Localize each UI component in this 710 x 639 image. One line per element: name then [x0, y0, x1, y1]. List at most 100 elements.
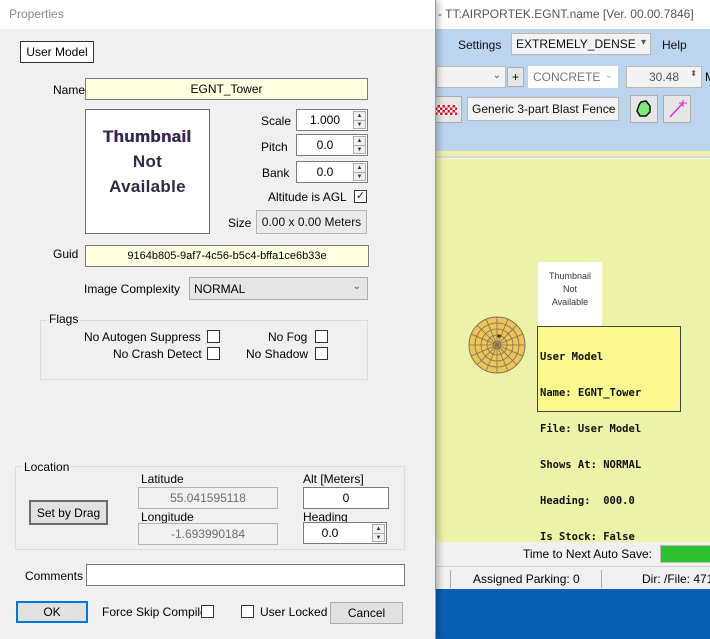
longitude-field: -1.693990184	[138, 523, 278, 545]
no-shadow-label: No Shadow	[246, 347, 309, 361]
thumbnail-line: Not	[132, 152, 163, 171]
dialog-title: Properties	[9, 7, 64, 21]
tower-model-icon[interactable]	[468, 316, 526, 374]
polygon-tool-button[interactable]	[630, 95, 658, 123]
no-autogen-suppress-checkbox[interactable]	[207, 330, 220, 343]
spin-buttons[interactable]: ▲ ▼	[372, 524, 385, 542]
force-skip-compile-checkbox[interactable]	[201, 605, 214, 618]
layer-select[interactable]: ⌄	[436, 66, 506, 88]
spin-up-icon[interactable]: ▲	[354, 164, 365, 172]
no-crash-detect-label: No Crash Detect	[113, 347, 202, 361]
spin-down-icon[interactable]: ▼	[354, 145, 365, 153]
properties-dialog: Properties User Model Name EGNT_Tower Th…	[0, 0, 436, 639]
comments-label: Comments	[25, 569, 84, 583]
line-tool-button[interactable]	[663, 95, 691, 123]
bank-label: Bank	[262, 166, 290, 180]
no-shadow-checkbox[interactable]	[315, 347, 328, 360]
pitch-stepper[interactable]: 0.0 ▲ ▼	[296, 134, 368, 156]
pitch-label: Pitch	[261, 140, 288, 154]
density-select[interactable]: EXTREMELY_DENSE ▾	[511, 33, 651, 55]
width-value: 30.48	[648, 70, 680, 84]
user-locked-checkbox[interactable]	[241, 605, 254, 618]
altitude-input[interactable]: 0	[303, 487, 389, 509]
map-thumbnail-line: Thumbnail	[548, 271, 592, 281]
set-by-drag-button[interactable]: Set by Drag	[29, 500, 108, 525]
agl-checkbox[interactable]: ✓	[354, 190, 367, 203]
spin-buttons[interactable]: ▲ ▼	[353, 136, 366, 154]
width-stepper[interactable]: 30.48 ⬍	[626, 66, 702, 88]
spin-buttons[interactable]: ▲ ▼	[353, 111, 366, 129]
no-crash-detect-checkbox[interactable]	[207, 347, 220, 360]
complexity-select[interactable]: NORMAL ⌄	[189, 277, 368, 300]
comments-input[interactable]	[86, 564, 405, 586]
add-button[interactable]: +	[507, 67, 524, 87]
scale-stepper[interactable]: 1.000 ▲ ▼	[296, 109, 368, 131]
complexity-select-value: NORMAL	[194, 282, 246, 296]
object-type-button[interactable]: User Model	[20, 41, 94, 63]
autosave-progress	[660, 545, 710, 563]
spin-up-icon[interactable]: ▲	[354, 137, 365, 145]
spin-buttons[interactable]: ▲ ▼	[353, 163, 366, 181]
status-dir-file: Dir: /File: 471	[601, 570, 710, 588]
guid-input[interactable]: 9164b805-9af7-4c56-b5c4-bffa1ce6b33e	[85, 245, 369, 267]
checkered-fence-icon	[435, 104, 457, 115]
longitude-label: Longitude	[141, 510, 194, 524]
force-skip-compile-label: Force Skip Compile	[102, 605, 207, 619]
surface-select[interactable]: CONCRETE ⌄	[528, 66, 618, 88]
agl-label: Altitude is AGL	[268, 190, 347, 204]
menu-item-settings[interactable]: Settings	[458, 38, 501, 52]
ok-button[interactable]: OK	[16, 601, 88, 623]
spin-down-icon[interactable]: ▼	[354, 172, 365, 180]
complexity-label: Image Complexity	[84, 282, 181, 296]
autosave-progress-fill	[661, 546, 710, 562]
menu-item-help[interactable]: Help	[662, 38, 687, 52]
thumbnail-line: Thumbnail	[103, 127, 192, 146]
spin-icon: ⬍	[690, 69, 697, 78]
map-thumbnail: Thumbnail Not Available	[538, 262, 602, 326]
chevron-down-icon: ⌄	[605, 102, 614, 113]
fence-type-select[interactable]: Generic 3-part Blast Fence ⌄	[467, 97, 619, 121]
main-window-title: - TT:AIRPORTEK.EGNT.name [Ver. 00.00.784…	[438, 7, 694, 21]
chevron-down-icon: ⌄	[352, 281, 361, 292]
map-thumbnail-line: Not	[562, 284, 577, 294]
bank-stepper[interactable]: 0.0 ▲ ▼	[296, 161, 368, 183]
bank-value: 0.0	[316, 165, 334, 179]
tooltip-line: Shows At: NORMAL	[540, 459, 642, 471]
fence-type-value: Generic 3-part Blast Fence	[472, 102, 616, 116]
line-draw-icon	[669, 100, 687, 118]
checkmark-icon: ✓	[355, 190, 366, 202]
latitude-field: 55.041595118	[138, 487, 278, 509]
name-input[interactable]: EGNT_Tower	[85, 78, 368, 100]
cancel-button[interactable]: Cancel	[330, 602, 403, 624]
density-select-value: EXTREMELY_DENSE	[516, 37, 636, 51]
spin-down-icon[interactable]: ▼	[354, 120, 365, 128]
guid-label: Guid	[53, 247, 79, 261]
spin-down-icon[interactable]: ▼	[373, 533, 384, 541]
model-thumbnail: Thumbnail Not Available	[85, 109, 210, 234]
spin-up-icon[interactable]: ▲	[354, 112, 365, 120]
no-fog-label: No Fog	[268, 330, 308, 344]
latitude-label: Latitude	[141, 472, 184, 486]
size-label: Size	[228, 216, 252, 230]
tooltip-line: User Model	[540, 351, 604, 363]
name-label: Name	[53, 83, 86, 97]
unit-label: M	[705, 70, 710, 84]
surface-select-value: CONCRETE	[533, 70, 601, 84]
alt-label: Alt [Meters]	[303, 472, 364, 486]
size-value: 0.00 x 0.00 Meters	[256, 210, 367, 234]
heading-stepper[interactable]: 0.0 ▲ ▼	[303, 522, 387, 544]
map-object-tooltip: User Model Name: EGNT_Tower File: User M…	[537, 326, 681, 579]
tooltip-line: File: User Model	[540, 423, 642, 435]
flags-group-title: Flags	[47, 312, 81, 326]
tooltip-line: Name: EGNT_Tower	[540, 387, 642, 399]
chevron-down-icon: ⌄	[492, 70, 501, 81]
dialog-titlebar[interactable]: Properties	[0, 0, 435, 29]
scale-label: Scale	[261, 114, 292, 128]
tooltip-line: Heading: 000.0	[540, 495, 635, 507]
spin-up-icon[interactable]: ▲	[373, 525, 384, 533]
autosave-label: Time to Next Auto Save:	[523, 547, 652, 561]
thumbnail-line: Available	[109, 177, 186, 196]
no-fog-checkbox[interactable]	[315, 330, 328, 343]
map-thumbnail-line: Available	[551, 297, 589, 307]
scale-value: 1.000	[309, 113, 341, 127]
